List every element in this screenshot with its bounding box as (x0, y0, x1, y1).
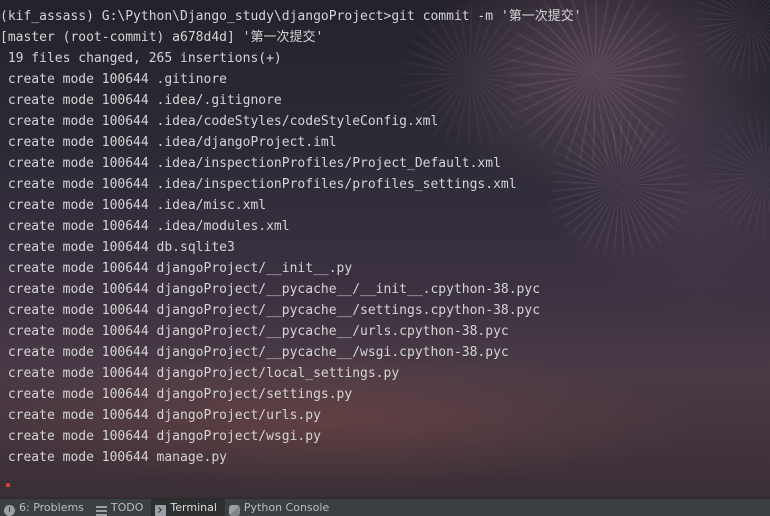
terminal-panel[interactable]: (kif_assass) G:\Python\Django_study\djan… (0, 0, 770, 498)
create-mode-line: create mode 100644 .idea/inspectionProfi… (0, 177, 517, 192)
create-mode-line: create mode 100644 .idea/inspectionProfi… (0, 156, 501, 171)
create-mode-line: create mode 100644 djangoProject/__pycac… (0, 282, 541, 297)
todo-icon (95, 504, 107, 516)
create-mode-line: create mode 100644 .idea/misc.xml (0, 198, 267, 213)
python-console-icon (228, 504, 240, 516)
create-mode-line: create mode 100644 djangoProject/__init_… (0, 261, 353, 276)
create-mode-line: create mode 100644 djangoProject/local_s… (0, 366, 400, 381)
create-mode-line: create mode 100644 .idea/modules.xml (0, 219, 290, 234)
tab-todo-label: TODO (110, 500, 144, 514)
create-mode-line: create mode 100644 db.sqlite3 (0, 240, 235, 255)
tool-window-bar: 6: Problems TODO Terminal Python Console (0, 498, 770, 516)
problems-icon (4, 504, 15, 516)
tab-terminal[interactable]: Terminal (151, 499, 225, 516)
create-mode-line: create mode 100644 djangoProject/__pycac… (0, 324, 509, 339)
cursor-marker (6, 483, 10, 487)
create-mode-line: create mode 100644 djangoProject/setting… (0, 387, 353, 402)
create-mode-line: create mode 100644 .idea/.gitignore (0, 93, 282, 108)
create-mode-line: create mode 100644 djangoProject/__pycac… (0, 345, 509, 360)
command-prompt-line: (kif_assass) G:\Python\Django_study\djan… (0, 9, 582, 24)
tab-problems-label: 6: Problems (19, 500, 84, 514)
tab-terminal-label: Terminal (170, 500, 217, 514)
tab-python-console-label: Python Console (243, 500, 330, 514)
changes-summary-line: 19 files changed, 265 insertions(+) (0, 51, 282, 66)
tab-problems[interactable]: 6: Problems (0, 499, 92, 516)
create-mode-line: create mode 100644 djangoProject/__pycac… (0, 303, 541, 318)
create-mode-line: create mode 100644 .gitinore (0, 72, 227, 87)
commit-summary-line: [master (root-commit) a678d4d] '第一次提交' (0, 30, 324, 45)
terminal-icon (155, 504, 167, 516)
create-mode-line: create mode 100644 .idea/codeStyles/code… (0, 114, 439, 129)
create-mode-line: create mode 100644 manage.py (0, 450, 227, 465)
terminal-output[interactable]: (kif_assass) G:\Python\Django_study\djan… (0, 0, 770, 468)
create-mode-line: create mode 100644 djangoProject/urls.py (0, 408, 321, 423)
tab-todo[interactable]: TODO (92, 499, 152, 516)
tab-python-console[interactable]: Python Console (225, 499, 337, 516)
create-mode-line: create mode 100644 djangoProject/wsgi.py (0, 429, 321, 444)
create-mode-line: create mode 100644 .idea/djangoProject.i… (0, 135, 337, 150)
